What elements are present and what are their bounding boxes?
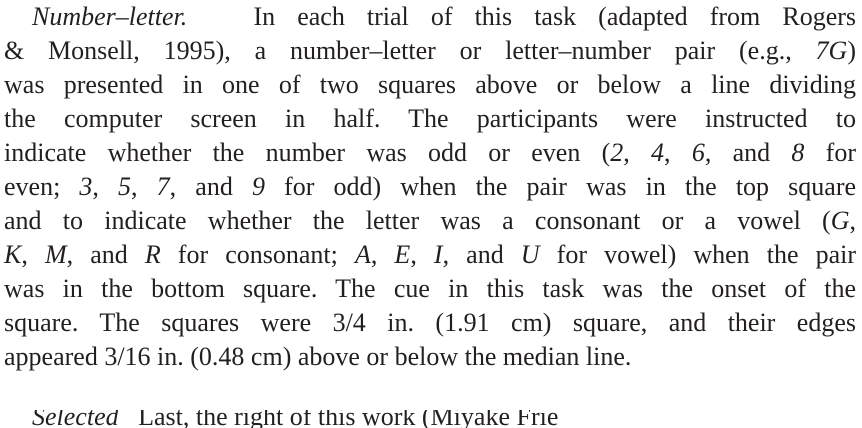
- next-paragraph-clipped: Selected Last, the right of this work (M…: [0, 410, 862, 428]
- section-heading: Number–letter.: [32, 2, 188, 31]
- paper-page: Number–letter. In each trial of this tas…: [0, 0, 862, 428]
- text-line-9: was in the bottom square. The cue in thi…: [4, 274, 856, 303]
- next-section-heading: Selected: [32, 410, 119, 428]
- text-line-1: Number–letter. In each trial of this tas…: [32, 2, 857, 31]
- text-line-5: indicate whether the number was odd or e…: [4, 138, 856, 167]
- text-line-2: & Monsell, 1995), a number–letter or let…: [4, 36, 856, 65]
- text-line-3: was presented in one of two squares abov…: [4, 70, 856, 99]
- text-line-4: the computer screen in half. The partici…: [4, 104, 856, 133]
- text-line-7: and to indicate whether the letter was a…: [4, 206, 856, 235]
- text-line-11: appeared 3/16 in. (0.48 cm) above or bel…: [4, 342, 632, 371]
- text-line-12: Selected Last, the right of this work (M…: [32, 410, 558, 428]
- text-line-8: K, M, and R for consonant; A, E, I, and …: [4, 240, 857, 269]
- text-line-10: square. The squares were 3/4 in. (1.91 c…: [4, 308, 856, 337]
- text-line-6: even; 3, 5, 7, and 9 for odd) when the p…: [4, 172, 857, 201]
